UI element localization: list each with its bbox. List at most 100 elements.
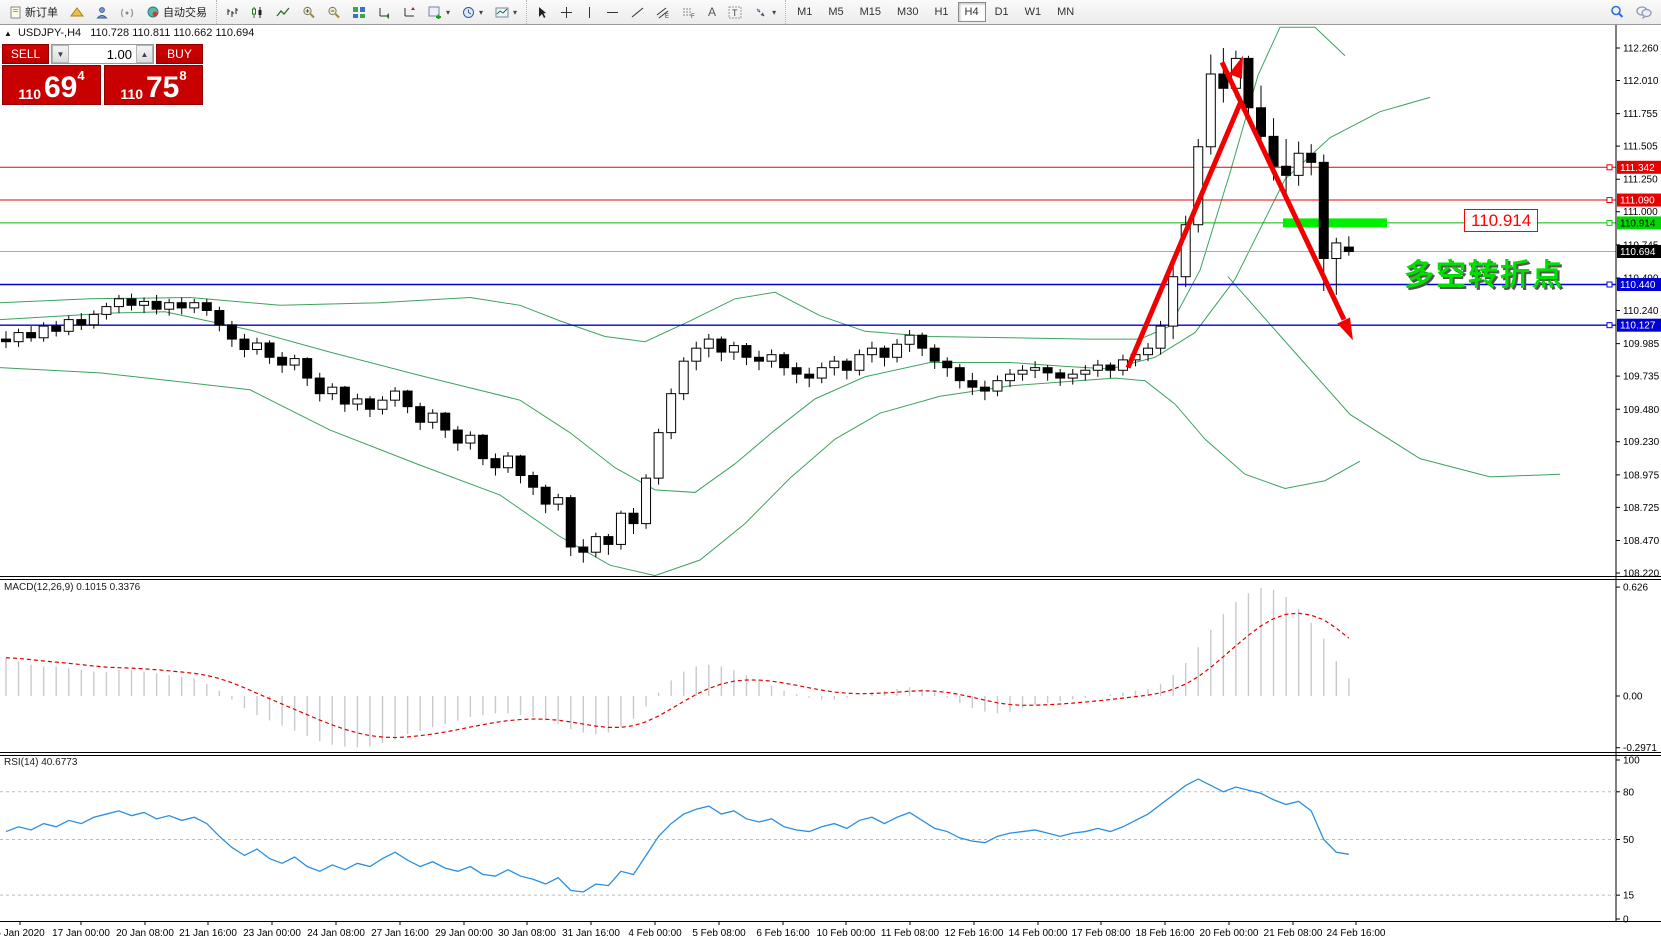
volume-down-button[interactable]: ▼ [52, 45, 69, 63]
candle-body [591, 537, 600, 553]
candle-body [240, 339, 249, 349]
time-tick-label: 20 Feb 00:00 [1200, 928, 1259, 939]
line-anchor-square [1607, 282, 1612, 287]
candle-body [303, 359, 312, 378]
timeframe-bar: M1M5M15M30H1H4D1W1MN [785, 0, 1085, 24]
timeframe-m5[interactable]: M5 [821, 2, 850, 22]
candle-body [39, 326, 48, 338]
accounts-button[interactable] [91, 3, 114, 22]
candle-body [1043, 368, 1052, 373]
periods-dropdown-arrow: ▾ [479, 8, 483, 17]
rsi-axis-label: 0 [1623, 915, 1629, 926]
signal-icon [121, 6, 134, 19]
arrows-icon [754, 6, 768, 19]
tile-windows-icon [352, 6, 366, 19]
cursor-button[interactable] [531, 3, 553, 22]
candle-body [328, 387, 337, 393]
candle-body [629, 513, 638, 523]
candle-body [1206, 74, 1215, 147]
price-tick-label: 109.230 [1623, 437, 1660, 448]
buy-button[interactable]: BUY [156, 44, 203, 64]
chart-title: ▲ USDJPY-,H4 110.728 110.811 110.662 110… [4, 27, 254, 39]
mt4-window: 新订单 自动交易 ▾ ▾ ▾ [0, 0, 1661, 943]
candle-body [855, 355, 864, 371]
sell-price-point: 4 [77, 68, 84, 83]
candle-chart-button[interactable] [246, 3, 269, 22]
trend-arrow-line[interactable] [1128, 101, 1241, 367]
indicators-dropdown-arrow: ▾ [446, 8, 450, 17]
hline-button[interactable] [601, 5, 624, 20]
crosshair-button[interactable] [555, 3, 578, 22]
sell-price-box[interactable]: 110 69 4 [2, 65, 101, 105]
rsi-axis-label: 50 [1623, 835, 1635, 846]
candle-body [428, 413, 437, 422]
zoom-out-icon [327, 6, 340, 19]
rsi-axis-label: 80 [1623, 787, 1635, 798]
cursor-icon [536, 6, 548, 19]
candle-body [77, 320, 86, 325]
templates-button[interactable]: ▾ [490, 3, 522, 22]
buy-price-box[interactable]: 110 75 8 [104, 65, 203, 105]
timeframe-m1[interactable]: M1 [790, 2, 819, 22]
templates-icon [495, 6, 509, 19]
text-button[interactable]: A [703, 2, 721, 22]
candle-body [905, 335, 914, 344]
bollinger-band [1228, 277, 1560, 477]
candle-body [566, 498, 575, 547]
candle-body [227, 325, 236, 339]
sell-button[interactable]: SELL [2, 44, 49, 64]
candle-body [516, 456, 525, 475]
trendline-button[interactable] [626, 3, 649, 22]
time-tick-label: 6 Feb 16:00 [756, 928, 810, 939]
fibonacci-button[interactable]: F [677, 3, 701, 22]
zoom-in-button[interactable] [297, 3, 320, 22]
bar-chart-button[interactable] [221, 3, 244, 22]
candle-body [1031, 368, 1040, 371]
collapse-triangle-icon[interactable]: ▲ [4, 29, 12, 38]
vline-button[interactable] [580, 3, 599, 22]
signals-button[interactable] [116, 3, 139, 22]
timeframe-w1[interactable]: W1 [1018, 2, 1049, 22]
timeframe-mn[interactable]: MN [1050, 2, 1081, 22]
candle-body [265, 343, 274, 357]
line-chart-button[interactable] [271, 3, 295, 22]
candle-body [1307, 153, 1316, 162]
search-button[interactable] [1605, 2, 1629, 22]
zoom-out-button[interactable] [322, 3, 345, 22]
auto-trading-button[interactable]: 自动交易 [141, 1, 212, 23]
autoscroll-button[interactable] [373, 3, 396, 22]
chart-canvas[interactable]: 112.260112.010111.755111.505111.250111.0… [0, 0, 1661, 943]
gold-icon [70, 6, 84, 19]
candle-body [253, 343, 262, 349]
text-label-button[interactable]: T [723, 3, 747, 22]
sell-price-pips: 69 [44, 74, 77, 101]
timeframe-m30[interactable]: M30 [890, 2, 925, 22]
turning-point-annotation[interactable]: 多空转折点 [1404, 250, 1564, 294]
channel-button[interactable]: E [651, 3, 675, 22]
candle-body [102, 307, 111, 315]
chart-shift-button[interactable] [398, 3, 421, 22]
arrows-button[interactable]: ▾ [749, 3, 781, 22]
timeframe-d1[interactable]: D1 [988, 2, 1016, 22]
periods-button[interactable]: ▾ [457, 3, 488, 22]
volume-input[interactable] [69, 45, 136, 63]
price-callout-label[interactable]: 110.914 [1464, 209, 1538, 232]
candle-body [1344, 247, 1353, 251]
macd-label: MACD(12,26,9) 0.1015 0.3376 [4, 582, 140, 593]
volume-up-button[interactable]: ▲ [136, 45, 153, 63]
vertical-line-icon [585, 6, 594, 19]
new-order-button[interactable]: 新订单 [4, 1, 63, 23]
indicators-button[interactable]: ▾ [423, 3, 455, 22]
chat-button[interactable] [1631, 2, 1657, 22]
candle-body [378, 400, 387, 409]
candle-body [1294, 153, 1303, 175]
new-order-label: 新订单 [25, 4, 58, 20]
time-tick-label: 12 Feb 16:00 [945, 928, 1004, 939]
svg-text:E: E [665, 14, 669, 19]
timeframe-h1[interactable]: H1 [927, 2, 955, 22]
timeframe-m15[interactable]: M15 [853, 2, 888, 22]
tile-windows-button[interactable] [347, 3, 371, 22]
gold-button[interactable] [65, 3, 89, 22]
candle-body [704, 339, 713, 348]
timeframe-h4[interactable]: H4 [958, 2, 986, 22]
